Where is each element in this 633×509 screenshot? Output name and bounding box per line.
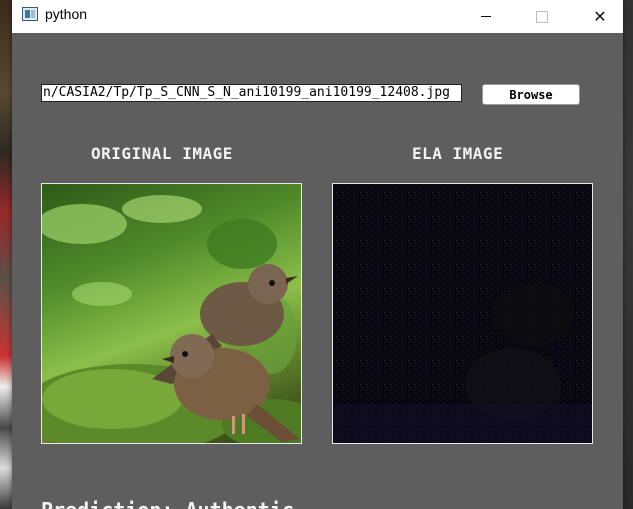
close-button[interactable]: ✕ (577, 0, 623, 33)
original-image-heading: ORIGINAL IMAGE (91, 144, 233, 163)
python-app-window: python ✕ n/CASIA2/Tp/Tp_S_CNN_S_N_ani101… (12, 0, 623, 509)
ela-image (332, 183, 593, 444)
prediction-result: Prediction: Authentic (41, 498, 294, 509)
close-icon: ✕ (593, 7, 607, 26)
maximize-icon (536, 10, 548, 23)
window-title: python (45, 6, 88, 22)
maximize-button[interactable] (519, 0, 565, 33)
desktop-background-left (0, 0, 12, 509)
python-window-icon (22, 7, 38, 21)
desktop-background-right (623, 0, 633, 509)
minimize-icon (481, 16, 491, 17)
ela-image-heading: ELA IMAGE (412, 144, 504, 163)
file-path-input[interactable]: n/CASIA2/Tp/Tp_S_CNN_S_N_ani10199_ani101… (41, 84, 462, 102)
minimize-button[interactable] (463, 0, 509, 33)
title-bar[interactable]: python ✕ (12, 0, 623, 33)
browse-button[interactable]: Browse (482, 84, 580, 105)
original-image (41, 183, 302, 444)
